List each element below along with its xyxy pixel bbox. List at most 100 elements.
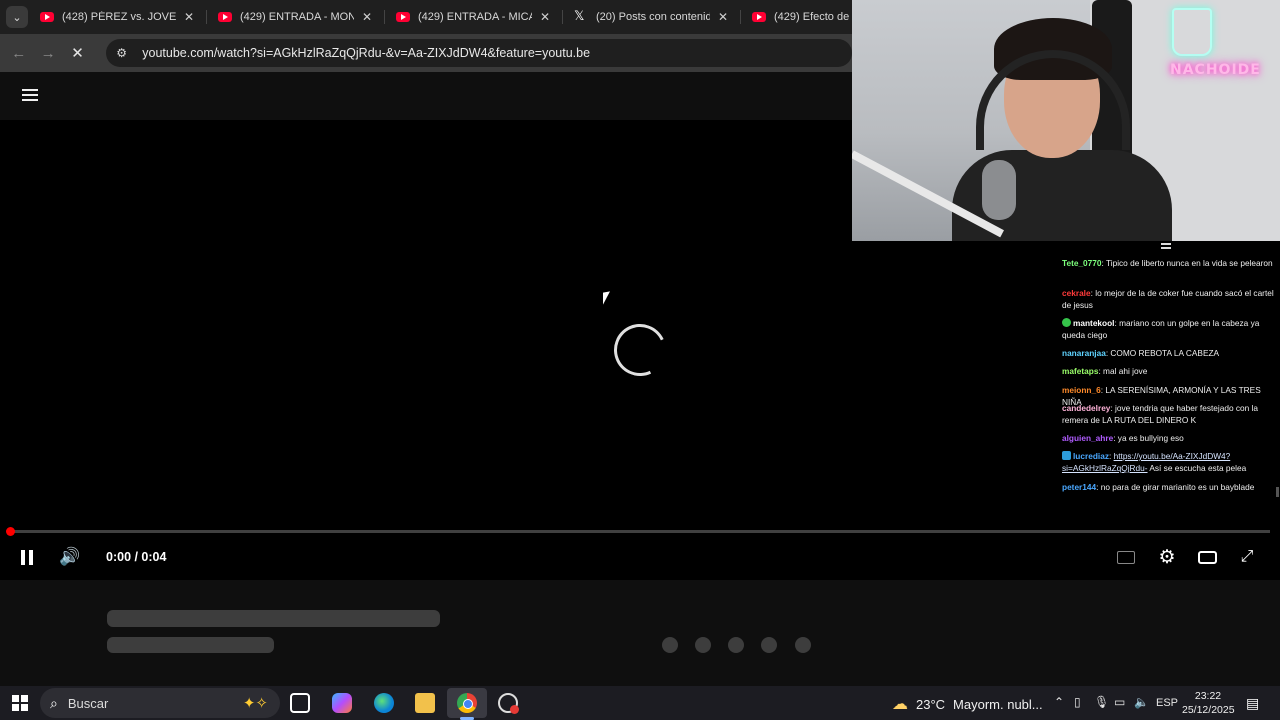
file-explorer-icon[interactable]: [415, 693, 435, 713]
chat-text: Así se escucha esta pelea: [1147, 463, 1247, 473]
network-icon[interactable]: ▭: [1114, 695, 1125, 709]
action-placeholder: [695, 637, 711, 653]
browser-tab[interactable]: (20) Posts con contenido m ✕: [562, 0, 740, 34]
taskbar-search[interactable]: ⌕ Buscar ✦✧: [40, 688, 280, 718]
tab-title: (429) ENTRADA - MICA VI: [418, 11, 532, 23]
time-display: 0:00 / 0:04: [106, 550, 167, 564]
chat-username[interactable]: peter144: [1062, 482, 1096, 492]
chat-username[interactable]: lucrediaz: [1073, 451, 1109, 461]
youtube-icon: [40, 12, 54, 22]
back-button[interactable]: ←: [4, 45, 33, 62]
browser-tab[interactable]: (429) ENTRADA - MONZÓN ✕: [206, 0, 384, 34]
user-badge-icon: [1062, 318, 1071, 327]
chat-message: mafetaps: mal ahi jove: [1062, 365, 1274, 377]
tab-title: (428) PÉREZ vs. JOVE | PAR: [62, 11, 176, 23]
weather-widget[interactable]: ☁ 23°C Mayorm. nubl...: [892, 694, 1043, 714]
language-indicator[interactable]: ESP: [1156, 697, 1178, 709]
fullscreen-icon[interactable]: ⤢: [1238, 546, 1256, 568]
chat-drag-handle-icon[interactable]: [1161, 243, 1171, 249]
chrome-icon[interactable]: [457, 693, 477, 713]
edge-icon[interactable]: [374, 693, 394, 713]
chat-username[interactable]: alguien_ahre: [1062, 433, 1113, 443]
chat-username[interactable]: meionn_6: [1062, 385, 1101, 395]
tab-close-icon[interactable]: ✕: [182, 10, 196, 24]
settings-icon[interactable]: ⚙: [1156, 546, 1178, 568]
tab-title: (20) Posts con contenido m: [596, 11, 710, 23]
chat-message: nanaranjaa: COMO REBOTA LA CABEZA: [1062, 347, 1274, 359]
chat-text: : no para de girar marianito es un baybl…: [1096, 482, 1255, 492]
chat-text: : ya es bullying eso: [1113, 433, 1184, 443]
action-placeholder: [761, 637, 777, 653]
tab-title: (429) Efecto de sor: [774, 11, 852, 23]
chat-text: : COMO REBOTA LA CABEZA: [1105, 348, 1220, 358]
microphone-icon[interactable]: 🎙: [1094, 695, 1109, 709]
channel-placeholder: [107, 637, 274, 653]
weather-desc: Mayorm. nubl...: [953, 696, 1043, 712]
tab-close-icon[interactable]: ✕: [716, 10, 730, 24]
progress-scrubber[interactable]: [6, 527, 15, 536]
system-clock[interactable]: 23:22 25/12/2025: [1182, 689, 1235, 717]
action-placeholder: [728, 637, 744, 653]
youtube-icon: [218, 12, 232, 22]
browser-tab[interactable]: (428) PÉREZ vs. JOVE | PAR ✕: [28, 0, 206, 34]
video-info-placeholder: [0, 580, 1280, 686]
chat-text: : mal ahi jove: [1098, 366, 1148, 376]
x-icon: [574, 8, 588, 24]
browser-tab[interactable]: (429) ENTRADA - MICA VI ✕: [384, 0, 562, 34]
clock-time: 23:22: [1194, 690, 1222, 702]
theater-mode-icon[interactable]: [1196, 546, 1218, 568]
speaker-icon[interactable]: 🔈: [1134, 695, 1149, 709]
chevron-up-icon[interactable]: ⌃: [1054, 695, 1064, 709]
mouse-cursor-icon: [603, 291, 610, 305]
tab-close-icon[interactable]: ✕: [538, 10, 552, 24]
pause-button[interactable]: [18, 546, 36, 568]
chat-message: candedelrey: jove tendria que haber fest…: [1062, 402, 1274, 426]
chat-username[interactable]: nanaranjaa: [1062, 348, 1106, 358]
chat-text: : Tipico de liberto nunca en la vida se …: [1101, 258, 1273, 268]
stop-loading-button[interactable]: ✕: [63, 44, 92, 62]
browser-tab[interactable]: (429) Efecto de sor✕: [740, 0, 852, 34]
taskbar: ⌕ Buscar ✦✧ ☁ 23°C Mayorm. nubl... ⌃ ▯ 🎙…: [0, 686, 1280, 720]
browser-toolbar: ← → ✕ ⚙ youtube.com/watch?si=AGkHzlRaZqQ…: [0, 34, 852, 72]
chat-username[interactable]: Tete_0770: [1062, 258, 1102, 268]
chat-message: cekrale: lo mejor de la de coker fue cua…: [1062, 287, 1274, 311]
weather-cloud-icon: ☁: [892, 696, 908, 713]
chat-username[interactable]: candedelrey: [1062, 403, 1110, 413]
tablet-icon[interactable]: ▯: [1074, 695, 1081, 709]
site-info-icon[interactable]: ⚙: [116, 46, 134, 60]
address-bar[interactable]: ⚙ youtube.com/watch?si=AGkHzlRaZqQjRdu-&…: [106, 39, 852, 67]
youtube-icon: [752, 12, 766, 22]
recording-app-icon[interactable]: [498, 693, 519, 714]
webcam-overlay: NACHOIDE: [852, 0, 1280, 241]
weather-temp: 23°C: [916, 696, 946, 712]
chat-message: peter144: no para de girar marianito es …: [1062, 481, 1274, 493]
search-placeholder: Buscar: [67, 695, 109, 711]
chat-username[interactable]: cekrale: [1062, 288, 1091, 298]
action-placeholder: [662, 637, 678, 653]
chat-username[interactable]: mantekool: [1073, 318, 1115, 328]
copilot-sparkle-icon: ✦✧: [242, 695, 268, 712]
windows-start-icon[interactable]: [12, 695, 28, 711]
tab-title: (429) ENTRADA - MONZÓN: [240, 11, 354, 23]
chat-text: : lo mejor de la de coker fue cuando sac…: [1062, 288, 1274, 310]
microphone: [982, 160, 1016, 220]
subtitles-icon[interactable]: [1116, 546, 1136, 568]
notification-center-icon[interactable]: ▤: [1246, 695, 1259, 712]
chat-scrollbar[interactable]: [1276, 487, 1279, 497]
chat-message: lucrediaz: https://youtu.be/Aa-ZIXJdDW4?…: [1062, 451, 1247, 473]
action-placeholder: [795, 637, 811, 653]
tab-close-icon[interactable]: ✕: [360, 10, 374, 24]
tab-search-button[interactable]: ⌄: [6, 6, 28, 28]
forward-button[interactable]: →: [33, 45, 62, 62]
volume-icon[interactable]: 🔊: [58, 546, 82, 568]
chat-username[interactable]: mafetaps: [1062, 366, 1098, 376]
menu-icon[interactable]: [22, 89, 38, 101]
progress-bar[interactable]: [10, 530, 1270, 533]
user-badge-icon: [1062, 451, 1071, 460]
title-placeholder: [107, 610, 440, 627]
chat-message: alguien_ahre: ya es bullying eso: [1062, 432, 1274, 444]
task-view-icon[interactable]: [290, 693, 310, 713]
copilot-icon[interactable]: [332, 693, 352, 713]
screen: ⌄ (428) PÉREZ vs. JOVE | PAR✕(429) ENTRA…: [0, 0, 1280, 720]
chat-message: Tete_0770: Tipico de liberto nunca en la…: [1062, 257, 1274, 269]
